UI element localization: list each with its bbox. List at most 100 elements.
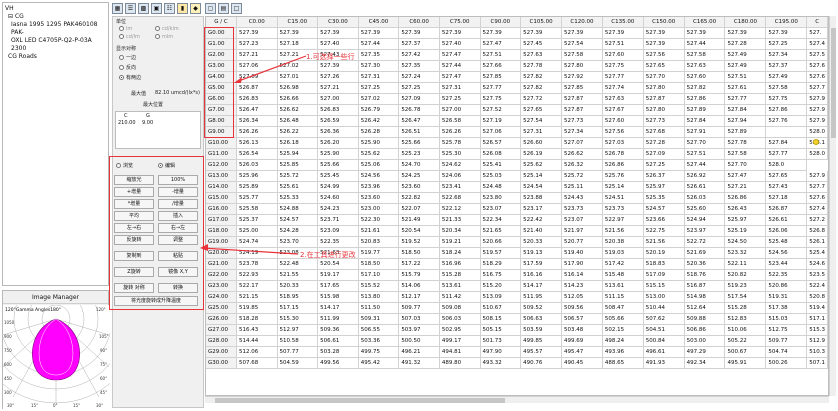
intensity-cell[interactable]: 516.96 [439,258,481,271]
intensity-cell[interactable]: 521.97 [561,225,603,238]
unit-option-cdklm[interactable]: cd/klm [155,26,179,32]
intensity-cell[interactable]: 526.48 [277,115,319,128]
intensity-cell[interactable]: 526.92 [684,170,726,183]
intensity-cell[interactable]: 503.48 [561,324,603,337]
reverse-rotate-button[interactable]: 反旋转 [114,235,154,245]
unit-option-mlm[interactable]: mlm [155,34,173,40]
intensity-cell[interactable]: 517.54 [724,291,767,304]
intensity-cell[interactable]: 527.6 [806,192,828,205]
intensity-cell[interactable]: 503.28 [317,346,359,359]
intensity-cell[interactable]: 521.69 [684,247,726,260]
intensity-cell[interactable]: 525.66 [317,159,359,172]
intensity-cell[interactable]: 526.62 [561,148,603,161]
intensity-cell[interactable]: 525.66 [398,137,440,150]
intensity-cell[interactable]: 517.65 [317,280,359,293]
intensity-cell[interactable]: 527.51 [724,71,767,84]
intensity-cell[interactable]: 515.3 [806,324,828,337]
intensity-cell[interactable]: 507.03 [398,313,440,326]
intensity-cell[interactable]: 515.28 [724,302,767,315]
intensity-cell[interactable]: 527.19 [480,115,522,128]
intensity-cell[interactable]: 525.62 [520,159,562,172]
intensity-cell[interactable]: 500.26 [765,357,808,370]
intensity-cell[interactable]: 519.77 [358,247,400,260]
intensity-cell[interactable]: 514.17 [520,280,562,293]
column-header[interactable]: C75.00 [439,17,481,29]
print-icon[interactable]: ▤ [218,3,229,14]
intensity-cell[interactable]: 525.58 [236,203,278,216]
intensity-cell[interactable]: 519.13 [520,247,562,260]
intensity-cell[interactable]: 513.09 [480,291,522,304]
intensity-cell[interactable]: 527.4 [806,203,828,216]
intensity-cell[interactable]: 526.86 [724,192,767,205]
table-row[interactable]: G22.00 522.93 521.55 519.17 517.10 515.79 515.… [206,269,828,282]
intensity-cell[interactable]: 518.95 [277,291,319,304]
intensity-cell[interactable]: 497.29 [684,346,726,359]
intensity-cell[interactable]: 527.58 [561,49,603,62]
intensity-cell[interactable]: 499.85 [520,335,562,348]
intensity-cell[interactable]: 516.14 [561,269,603,282]
intensity-cell[interactable]: 526.78 [398,104,440,117]
intensity-cell[interactable]: 506.61 [317,335,359,348]
intensity-cell[interactable]: 518.50 [358,258,400,271]
column-header[interactable]: C105.00 [520,17,562,29]
intensity-cell[interactable]: 522.82 [398,192,440,205]
image-icon[interactable]: ▣ [151,3,162,14]
intensity-cell[interactable]: 493.32 [480,357,522,370]
intensity-cell[interactable]: 510.06 [724,324,767,337]
subtract-increment-button[interactable]: -增量 [158,187,198,197]
horizontal-scroll-thumb[interactable] [215,398,505,403]
intensity-cell[interactable]: 525.41 [480,159,522,172]
intensity-cell[interactable]: 514.23 [561,280,603,293]
intensity-cell[interactable]: 527.39 [439,27,481,40]
intensity-cell[interactable]: 527.70 [684,137,726,150]
intensity-cell[interactable]: 511.15 [602,291,644,304]
intensity-cell[interactable]: 524.62 [439,159,481,172]
intensity-cell[interactable]: 517.1 [806,313,828,326]
tree-root[interactable]: VH [5,5,106,13]
intensity-cell[interactable]: 527.49 [724,49,767,62]
intensity-cell[interactable]: 523.07 [561,214,603,227]
intensity-cell[interactable]: 527.39 [236,27,278,40]
table-row[interactable]: G24.00 521.15 518.95 515.98 513.80 512.17 511.… [206,291,828,304]
intensity-cell[interactable]: 527.09 [398,93,440,106]
table-row[interactable]: G6.00 526.83 526.66 527.00 527.02 527.09 527.2… [206,93,828,106]
intensity-cell[interactable]: 499.56 [317,357,359,370]
intensity-cell[interactable]: 526.58 [439,115,481,128]
intensity-cell[interactable]: 512.64 [684,302,726,315]
intensity-cell[interactable]: 527.30 [358,60,400,73]
chart-view-icon[interactable]: ▩ [138,3,149,14]
intensity-cell[interactable]: 527.52 [480,104,522,117]
intensity-cell[interactable]: 527.9 [806,104,828,117]
intensity-cell[interactable]: 523.60 [358,192,400,205]
intensity-cell[interactable]: 527.72 [520,93,562,106]
intensity-cell[interactable]: 527.86 [765,104,808,117]
intensity-cell[interactable]: 499.75 [358,346,400,359]
intensity-cell[interactable]: 512.9 [806,335,828,348]
intensity-cell[interactable]: 527.21 [317,82,359,95]
intensity-cell[interactable]: 527.60 [684,71,726,84]
intensity-cell[interactable]: 523.66 [643,214,685,227]
intensity-cell[interactable]: 521.40 [520,225,562,238]
intensity-cell[interactable]: 527.4 [806,38,828,51]
intensity-cell[interactable]: 520.83 [358,236,400,249]
intensity-cell[interactable]: 521.33 [439,214,481,227]
table-row[interactable]: G30.00 507.68 504.59 499.56 495.42 491.32 489.… [206,357,828,370]
intensity-cell[interactable]: 518.83 [643,258,685,271]
column-header[interactable]: C60.00 [398,17,440,29]
intensity-cell[interactable]: 522.34 [480,214,522,227]
mode-browse[interactable]: 浏览 [116,162,133,169]
intensity-cell[interactable]: 524.57 [643,203,685,216]
intensity-cell[interactable]: 527.39 [643,27,685,40]
intensity-cell[interactable]: 526.61 [765,214,808,227]
intensity-cell[interactable]: 519.03 [602,247,644,260]
intensity-cell[interactable]: 527.44 [358,38,400,51]
intensity-cell[interactable]: 525.72 [561,170,603,183]
intensity-cell[interactable]: 527.21 [724,181,767,194]
intensity-cell[interactable]: 527.87 [561,93,603,106]
intensity-cell[interactable]: 525.30 [439,148,481,161]
intensity-cell[interactable]: 527.7 [806,181,828,194]
intensity-cell[interactable]: 527.35 [398,60,440,73]
left-to-right-button[interactable]: 左→右 [114,223,154,233]
column-header[interactable]: C150.00 [643,17,685,29]
intensity-cell[interactable]: 495.42 [358,357,400,370]
